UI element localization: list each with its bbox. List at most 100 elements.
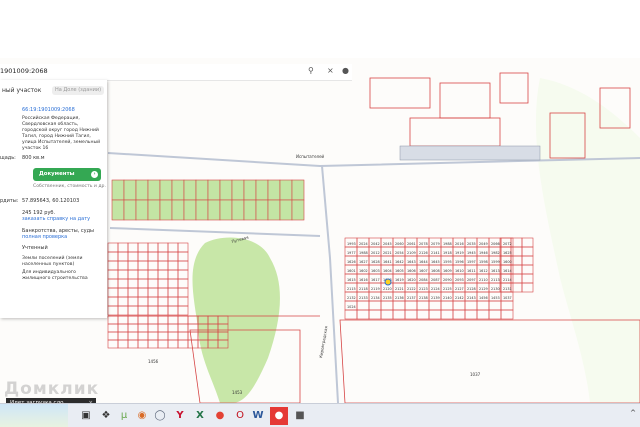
object-area: 800 кв.м xyxy=(22,155,45,161)
parcel-number: 2128 xyxy=(467,287,476,291)
parcel-number: 2123 xyxy=(419,287,428,291)
desktop-thumbnail[interactable] xyxy=(0,404,68,427)
parcel-number: 2140 xyxy=(443,296,452,300)
coords-label: рдиты: xyxy=(0,198,19,204)
top-blank-area xyxy=(0,0,640,58)
parcel-number: 1617 xyxy=(371,278,380,282)
parcel-number: 2124 xyxy=(431,287,440,291)
area-label: щадь: xyxy=(0,155,16,161)
parcel-number: 2060 xyxy=(395,242,404,246)
parcel-number: 2084 xyxy=(419,278,428,282)
parcel-number: 2125 xyxy=(443,287,452,291)
pin-icon[interactable]: ● xyxy=(342,66,349,75)
parcel-number: 1603 xyxy=(371,269,380,273)
parcel-number: 2045 xyxy=(383,242,392,246)
parcel-number: 1620 xyxy=(407,278,416,282)
parcel-number: 2141 xyxy=(431,251,440,255)
object-status: Учтенный xyxy=(22,245,48,251)
parcel-number: 2135 xyxy=(383,296,392,300)
parcel-number: 1988 xyxy=(359,251,368,255)
parcel-number: 1612 xyxy=(479,269,488,273)
permitted-usage: Для индивидуального жилищного строительс… xyxy=(22,270,88,281)
zone-label: 1453 xyxy=(232,390,243,395)
panel-title: ный участок xyxy=(2,87,42,94)
parcel-number: 2016 xyxy=(455,242,464,246)
parcel-number: 1595 xyxy=(443,260,452,264)
registered-parcels xyxy=(111,179,305,221)
parcel-number: 1607 xyxy=(419,269,428,273)
parcel-number: 2054 xyxy=(395,251,404,255)
documents-button[interactable]: Документы объекта › xyxy=(33,168,101,190)
parcel-number: 2110 xyxy=(479,278,488,282)
task-view-icon[interactable]: ▣ xyxy=(78,407,94,425)
parcel-number: 1619 xyxy=(395,278,404,282)
parcel-number: 1602 xyxy=(359,269,368,273)
documents-subtitle: Собственник, стоимость и др. xyxy=(33,184,106,189)
parcel-number: 1599 xyxy=(491,260,500,264)
parcel-number: 2072 xyxy=(503,242,512,246)
zone-label: 1456 xyxy=(148,359,159,364)
street-label: Испытателей xyxy=(296,154,325,159)
parcel-number: 2119 xyxy=(371,287,380,291)
parcel-number: 2120 xyxy=(383,287,392,291)
domclick-watermark: Домклик xyxy=(4,379,100,399)
parcel-number: 2093 xyxy=(455,278,464,282)
firefox-icon[interactable]: ◉ xyxy=(134,407,150,425)
parcel-number: 1610 xyxy=(455,269,464,273)
excel-icon[interactable]: X xyxy=(192,407,208,425)
tab-house[interactable]: На Доле (здании) xyxy=(52,86,104,95)
price-report-link[interactable]: заказать справку на дату xyxy=(22,216,90,222)
word-icon[interactable]: W xyxy=(250,407,266,425)
parcel-number: 1977 xyxy=(347,251,356,255)
parcel-number: 1616 xyxy=(359,278,368,282)
app-icon[interactable]: ◯ xyxy=(152,407,168,425)
parcel-number: 2090 xyxy=(443,278,452,282)
parcel-number: 1453 xyxy=(491,296,500,300)
parcel-number: 2024 xyxy=(359,242,368,246)
object-coordinates: 57.895643, 60.120103 xyxy=(22,198,80,204)
parcel-number: 2126 xyxy=(419,251,428,255)
parcel-number: 1600 xyxy=(503,260,512,264)
cadastral-number-input[interactable]: 1901009:2068 xyxy=(0,67,48,75)
parcel-number: 1918 xyxy=(443,251,452,255)
opera-icon[interactable]: O xyxy=(232,407,248,425)
parcel-number: 2131 xyxy=(503,287,512,291)
parcel-number: 2129 xyxy=(479,287,488,291)
parcel-number: 1642 xyxy=(395,260,404,264)
parcel-number: 2118 xyxy=(359,287,368,291)
parcel-number: 1945 xyxy=(467,251,476,255)
parcel-number: 1611 xyxy=(467,269,476,273)
search-icon[interactable]: ⚲ xyxy=(308,66,314,75)
parcel-number: 2114 xyxy=(503,278,512,282)
land-category: Земли поселений (земли населенных пункто… xyxy=(22,256,83,267)
parcel-number: 2113 xyxy=(491,278,500,282)
yandex-icon[interactable]: Y xyxy=(172,407,188,425)
parcel-number: 2079 xyxy=(431,242,440,246)
search-bar[interactable]: 1901009:2068 ⚲ × ● xyxy=(0,64,352,81)
chevron-right-icon: › xyxy=(91,171,98,178)
system-tray[interactable]: ^ xyxy=(630,409,636,417)
road-block xyxy=(399,145,541,161)
full-check-link[interactable]: полная проверка xyxy=(22,234,67,240)
parcel-number: 1037 xyxy=(503,296,512,300)
parcel-number: 1627 xyxy=(359,260,368,264)
chrome-icon[interactable]: ● xyxy=(212,407,228,425)
parcel-number: 2143 xyxy=(467,296,476,300)
photo-icon[interactable]: ● xyxy=(270,407,288,425)
windows-icon[interactable]: ❖ xyxy=(98,407,114,425)
parcel-number: 2142 xyxy=(455,296,464,300)
app2-icon[interactable]: ■ xyxy=(292,407,308,425)
cadastral-number-link[interactable]: 66:19:1901009:2068 xyxy=(22,107,75,113)
parcel-number: 1644 xyxy=(419,260,428,264)
close-icon[interactable]: × xyxy=(327,66,334,75)
parcel-number: 2133 xyxy=(359,296,368,300)
selected-parcel-marker xyxy=(384,278,392,286)
object-address: Российская Федерация, Свердловская облас… xyxy=(22,116,101,151)
object-info-panel: ный участок На Доле (здании) 66:19:19010… xyxy=(0,80,107,318)
parcel-number: 1598 xyxy=(479,260,488,264)
parcel-number: 2035 xyxy=(467,242,476,246)
parcel-number: 2132 xyxy=(347,296,356,300)
parcel-number: 2097 xyxy=(467,278,476,282)
parcel-number: 1645 xyxy=(431,260,440,264)
utorrent-icon[interactable]: μ xyxy=(116,407,132,425)
